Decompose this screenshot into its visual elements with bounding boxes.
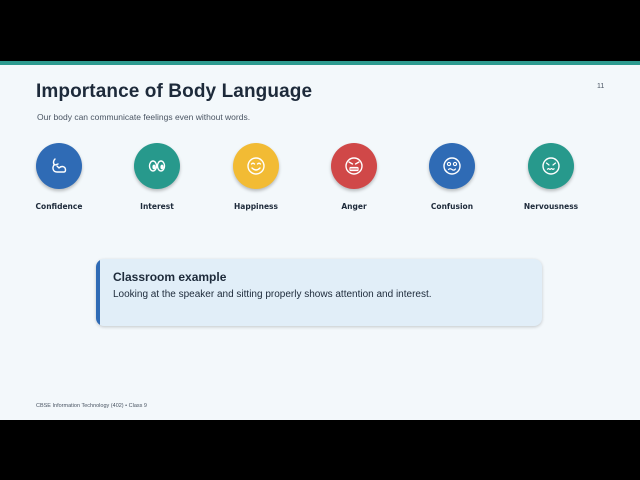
emotion-label: Confidence [35,202,83,211]
anger-circle [331,143,377,189]
letterbox-top [0,0,640,61]
happiness-circle [233,143,279,189]
emotion-confusion: Confusion [412,143,492,213]
callout-text: Looking at the speaker and sitting prope… [113,289,432,300]
confusion-circle [429,143,475,189]
emotion-anger: Anger [314,143,394,213]
nervous-face-icon [542,157,560,175]
accent-bar [0,61,640,65]
angry-face-icon [345,157,363,175]
eyes-icon [148,160,166,172]
slide-title: Importance of Body Language [36,81,313,102]
smile-face-icon [247,157,265,175]
callout-accent-border [96,259,100,326]
emotion-nervousness: Nervousness [511,143,591,213]
interest-circle [134,143,180,189]
emotion-label: Nervousness [523,202,579,211]
callout-title: Classroom example [113,270,227,284]
emotions-row: Confidence Interest Happiness Anger Conf… [0,143,640,213]
letterbox-bottom [0,420,640,480]
classroom-example-callout: Classroom example Looking at the speaker… [96,259,542,326]
arm-flex-icon [52,158,67,173]
slide-subtitle: Our body can communicate feelings even w… [37,112,251,122]
emotion-label: Anger [341,202,367,211]
emotion-happiness: Happiness [216,143,296,213]
emotion-label: Interest [140,202,174,211]
nervousness-circle [528,143,574,189]
confused-face-icon [443,157,461,175]
emotion-label: Happiness [233,202,278,211]
emotion-confidence: Confidence [19,143,99,213]
emotion-interest: Interest [117,143,197,213]
confidence-circle [36,143,82,189]
emotion-label: Confusion [430,202,474,211]
slide-number: 11 [597,83,605,90]
slide-footer: CBSE Information Technology (402) • Clas… [36,403,147,409]
slide: Importance of Body Language Our body can… [0,61,640,420]
